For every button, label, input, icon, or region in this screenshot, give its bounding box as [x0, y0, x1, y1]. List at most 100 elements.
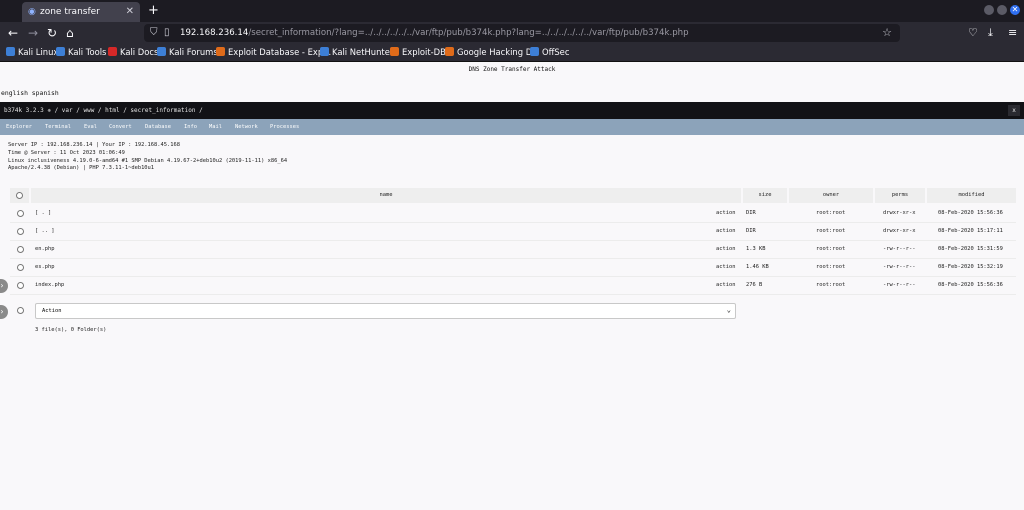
download-icon[interactable]: ⤓: [988, 26, 993, 40]
bookmark-icon: [445, 47, 454, 56]
file-action[interactable]: action: [716, 282, 735, 288]
close-window-button[interactable]: ✕: [1010, 5, 1020, 15]
file-name[interactable]: es.php: [35, 264, 54, 270]
address-bar[interactable]: ⛉ ▯ 192.168.236.14/secret_information/?l…: [144, 24, 900, 42]
home-icon[interactable]: ⌂: [66, 26, 74, 40]
row-checkbox[interactable]: [17, 264, 24, 271]
info-line: Apache/2.4.38 (Debian) | PHP 7.3.11-1~de…: [8, 165, 155, 172]
shield-icon[interactable]: ⛉: [150, 27, 158, 38]
back-icon[interactable]: ←: [8, 26, 18, 40]
shell-path[interactable]: b374k 3.2.3 ✵ / var / www / html / secre…: [4, 107, 203, 114]
info-line: Time @ Server : 11 Oct 2023 01:06:49: [8, 149, 125, 156]
file-action[interactable]: action: [716, 210, 735, 216]
menu-database[interactable]: Database: [145, 124, 171, 130]
tab-close-button[interactable]: ✕: [126, 6, 134, 17]
maximize-button[interactable]: [997, 5, 1007, 15]
bookmark-label: Kali Forums: [169, 47, 218, 57]
bookmark-item[interactable]: Google Hacking DB: [445, 47, 538, 57]
row-checkbox[interactable]: [17, 282, 24, 289]
bookmark-label: Kali Tools: [68, 47, 107, 57]
bookmarks-bar: Kali Linux Kali Tools Kali Docs Kali Forums…: [0, 44, 1024, 62]
column-header-owner[interactable]: owner: [789, 188, 873, 203]
url-path: /secret_information/?lang=../../../../..…: [248, 28, 689, 38]
column-header-perms[interactable]: perms: [875, 188, 925, 203]
url-text[interactable]: 192.168.236.14/secret_information/?lang=…: [180, 28, 689, 38]
table-row[interactable]: [ .. ] action DIR root:root drwxr-xr-x 08-Feb…: [10, 222, 1016, 241]
minimize-button[interactable]: [984, 5, 994, 15]
forward-icon[interactable]: →: [28, 26, 38, 40]
menu-terminal[interactable]: Terminal: [45, 124, 71, 130]
page-title: DNS Zone Transfer Attack: [468, 66, 556, 73]
menu-mail[interactable]: Mail: [209, 124, 222, 130]
file-name[interactable]: [ . ]: [35, 210, 51, 216]
shell-header: b374k 3.2.3 ✵ / var / www / html / secre…: [0, 102, 1024, 119]
file-size: DIR: [746, 228, 756, 234]
table-row[interactable]: es.php action 1.46 KB root:root -rw-r--r-- 08…: [10, 258, 1016, 277]
bookmark-item[interactable]: Kali Tools: [56, 47, 106, 57]
info-line: Linux inclusiveness 4.19.0-6-amd64 #1 SM…: [8, 157, 288, 164]
file-table: name size owner perms modified [ . ] acti…: [10, 188, 1016, 319]
file-action[interactable]: action: [716, 264, 735, 270]
language-links[interactable]: english spanish: [1, 89, 59, 97]
navigation-bar: ← → ↻ ⌂ ⛉ ▯ 192.168.236.14/secret_inform…: [0, 22, 1024, 44]
menu-explorer[interactable]: Explorer: [6, 124, 32, 130]
table-row[interactable]: en.php action 1.3 KB root:root -rw-r--r-- 08-…: [10, 240, 1016, 259]
file-owner: root:root: [816, 282, 846, 288]
file-name[interactable]: [ .. ]: [35, 228, 54, 234]
bookmark-label: Exploit-DB: [402, 47, 446, 57]
side-handle[interactable]: ›: [0, 279, 8, 293]
select-all-checkbox[interactable]: [16, 192, 23, 199]
file-modified: 08-Feb-2020 15:56:36: [938, 282, 1003, 288]
file-size: 276 B: [746, 282, 763, 288]
file-size: 1.3 KB: [746, 246, 766, 252]
file-size: 1.46 KB: [746, 264, 769, 270]
bookmark-item[interactable]: Kali NetHunter: [320, 47, 393, 57]
column-header-name[interactable]: name: [31, 188, 741, 203]
row-checkbox[interactable]: [17, 307, 24, 314]
bookmark-item[interactable]: OffSec: [530, 47, 569, 57]
menu-eval[interactable]: Eval: [84, 124, 97, 130]
shell-close-button[interactable]: x: [1008, 105, 1020, 116]
file-perms: drwxr-xr-x: [883, 210, 916, 216]
bookmark-icon: [157, 47, 166, 56]
file-size: DIR: [746, 210, 756, 216]
menu-info[interactable]: Info: [184, 124, 197, 130]
file-count: 3 file(s), 0 Folder(s): [35, 327, 107, 333]
row-checkbox[interactable]: [17, 210, 24, 217]
file-action[interactable]: action: [716, 246, 735, 252]
bookmark-icon: [320, 47, 329, 56]
new-tab-button[interactable]: +: [148, 3, 159, 18]
bookmark-item[interactable]: Kali Docs: [108, 47, 158, 57]
bookmark-star-icon[interactable]: ☆: [882, 26, 892, 39]
column-header-size[interactable]: size: [743, 188, 787, 203]
menu-processes[interactable]: Processes: [270, 124, 299, 130]
row-checkbox[interactable]: [17, 228, 24, 235]
lock-icon[interactable]: ▯: [164, 27, 170, 38]
file-modified: 08-Feb-2020 15:17:11: [938, 228, 1003, 234]
select-all-header[interactable]: [10, 188, 29, 203]
file-modified: 08-Feb-2020 15:56:36: [938, 210, 1003, 216]
row-checkbox[interactable]: [17, 246, 24, 253]
column-header-modified[interactable]: modified: [927, 188, 1016, 203]
bookmark-item[interactable]: Exploit-DB: [390, 47, 446, 57]
file-perms: drwxr-xr-x: [883, 228, 916, 234]
bookmark-item[interactable]: Exploit Database - Exp...: [216, 47, 331, 57]
menu-network[interactable]: Network: [235, 124, 258, 130]
file-action[interactable]: action: [716, 228, 735, 234]
file-modified: 08-Feb-2020 15:32:19: [938, 264, 1003, 270]
bookmark-item[interactable]: Kali Linux: [6, 47, 58, 57]
globe-icon: ◉: [28, 7, 36, 17]
menu-convert[interactable]: Convert: [109, 124, 132, 130]
action-select[interactable]: Action ⌄: [35, 303, 736, 319]
table-row[interactable]: index.php action 276 B root:root -rw-r--r-- 0…: [10, 276, 1016, 295]
pocket-icon[interactable]: ♡: [968, 26, 978, 39]
reload-icon[interactable]: ↻: [47, 26, 57, 40]
menu-icon[interactable]: ≡: [1008, 26, 1017, 39]
bookmark-item[interactable]: Kali Forums: [157, 47, 218, 57]
file-name[interactable]: index.php: [35, 282, 64, 288]
browser-tab[interactable]: ◉ zone transfer ✕: [22, 2, 140, 22]
side-handle[interactable]: ›: [0, 305, 8, 319]
bookmark-icon: [390, 47, 399, 56]
table-row[interactable]: [ . ] action DIR root:root drwxr-xr-x 08-Feb-…: [10, 204, 1016, 223]
file-name[interactable]: en.php: [35, 246, 54, 252]
